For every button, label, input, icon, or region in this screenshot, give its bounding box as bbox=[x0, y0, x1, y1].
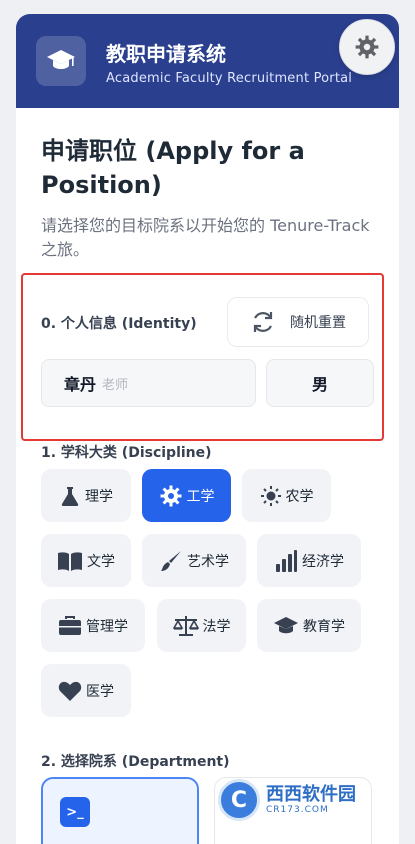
discipline-chip-management[interactable]: 管理学 bbox=[41, 599, 145, 652]
discipline-chip-economics[interactable]: 经济学 bbox=[257, 534, 361, 587]
heart-icon bbox=[58, 681, 82, 701]
discipline-chip-science[interactable]: 理学 bbox=[41, 469, 131, 522]
bar-chart-icon bbox=[276, 549, 297, 572]
department-card-selected[interactable]: >_ bbox=[41, 777, 199, 844]
graduation-cap-icon bbox=[274, 616, 298, 633]
chip-label: 教育学 bbox=[303, 618, 345, 635]
app-title: 教职申请系统 bbox=[106, 42, 226, 66]
chip-label: 经济学 bbox=[302, 553, 344, 570]
name-title-suffix: 老师 bbox=[102, 377, 129, 393]
refresh-icon bbox=[253, 312, 273, 332]
terminal-icon: >_ bbox=[60, 797, 90, 827]
discipline-chip-arts[interactable]: 艺术学 bbox=[142, 534, 246, 587]
discipline-chip-medicine[interactable]: 医学 bbox=[41, 664, 131, 717]
watermark: C 西西软件园 CR173.COM bbox=[218, 775, 400, 825]
flask-icon bbox=[61, 486, 79, 506]
discipline-chip-engineering[interactable]: 工学 bbox=[142, 469, 231, 522]
gear-icon bbox=[355, 35, 379, 59]
chip-label: 医学 bbox=[86, 683, 114, 700]
scales-icon bbox=[172, 615, 199, 636]
app-header: 教职申请系统 Academic Faculty Recruitment Port… bbox=[16, 14, 399, 108]
name-field[interactable]: 章丹 老师 bbox=[41, 359, 256, 407]
identity-section-label: 0. 个人信息 (Identity) bbox=[41, 316, 197, 332]
discipline-section-label: 1. 学科大类 (Discipline) bbox=[41, 445, 212, 461]
settings-button[interactable] bbox=[339, 19, 395, 75]
discipline-chip-law[interactable]: 法学 bbox=[157, 599, 246, 652]
brush-icon bbox=[161, 550, 181, 571]
discipline-chip-literature[interactable]: 文学 bbox=[41, 534, 131, 587]
sun-icon bbox=[260, 485, 281, 506]
watermark-logo: C bbox=[218, 779, 260, 821]
gender-select[interactable]: 男 bbox=[266, 359, 374, 407]
discipline-chip-education[interactable]: 教育学 bbox=[257, 599, 361, 652]
random-reset-label: 随机重置 bbox=[290, 315, 346, 331]
gear-icon bbox=[160, 485, 181, 506]
chip-label: 管理学 bbox=[86, 618, 128, 635]
name-value: 章丹 bbox=[64, 375, 97, 394]
chip-label: 文学 bbox=[87, 553, 115, 570]
watermark-sub: CR173.COM bbox=[266, 805, 329, 815]
briefcase-icon bbox=[59, 615, 81, 635]
chip-label: 工学 bbox=[186, 488, 215, 505]
discipline-chip-agriculture[interactable]: 农学 bbox=[242, 469, 331, 522]
chip-label: 农学 bbox=[285, 488, 314, 505]
page-title: 申请职位 (Apply for a Position) bbox=[41, 137, 305, 199]
random-reset-button[interactable]: 随机重置 bbox=[227, 297, 369, 347]
chip-label: 艺术学 bbox=[187, 553, 229, 570]
graduation-cap-icon bbox=[47, 50, 75, 69]
department-section-label: 2. 选择院系 (Department) bbox=[41, 754, 230, 770]
chip-label: 理学 bbox=[85, 488, 113, 505]
app-card: 教职申请系统 Academic Faculty Recruitment Port… bbox=[16, 14, 399, 844]
book-icon bbox=[58, 551, 82, 571]
chip-label: 法学 bbox=[202, 618, 231, 635]
watermark-text: 西西软件园 bbox=[266, 784, 356, 805]
app-logo bbox=[36, 36, 86, 86]
app-subtitle: Academic Faculty Recruitment Portal bbox=[106, 71, 353, 86]
page-description: 请选择您的目标院系以开始您的 Tenure-Track 之旅。 bbox=[41, 216, 370, 259]
